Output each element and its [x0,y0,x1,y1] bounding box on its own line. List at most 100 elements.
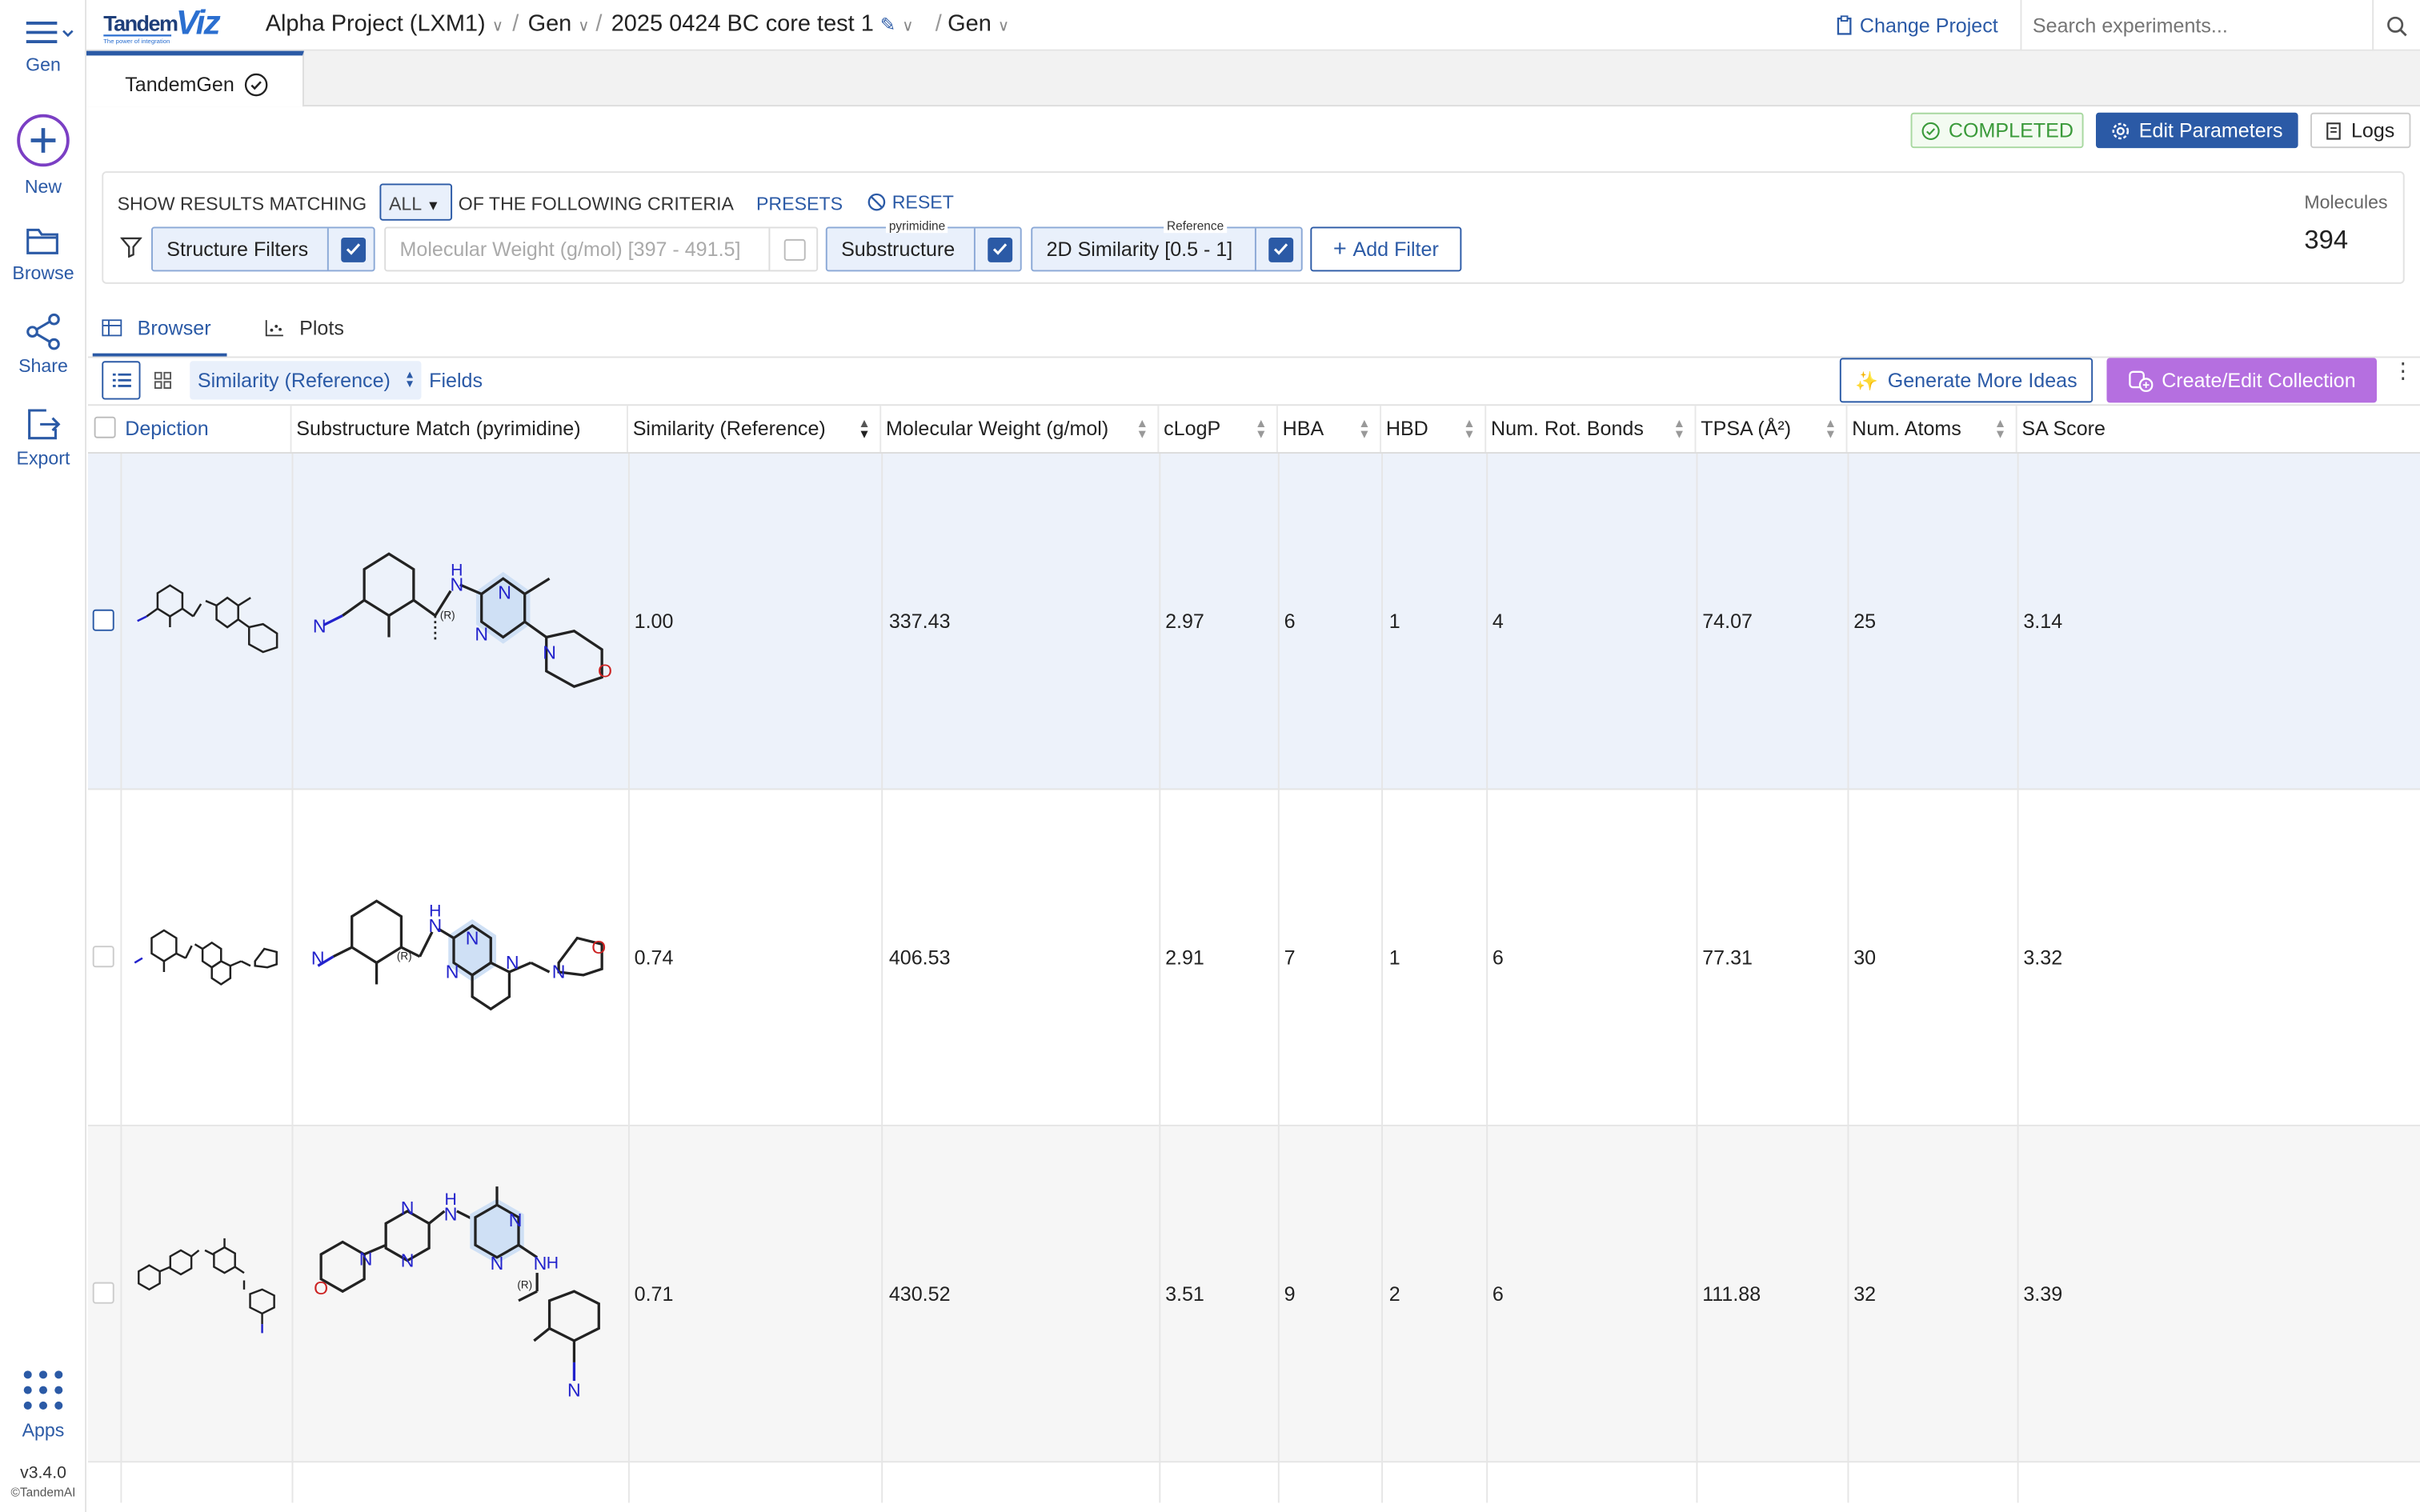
tab-bar: TandemGen [86,50,2420,107]
similarity-chip[interactable]: 2D Similarity [0.5 - 1] [1031,226,1303,272]
molecule-depiction-thumbnail[interactable] [130,1234,284,1346]
main-menu-button[interactable]: Gen [0,15,86,75]
column-header-num-atoms[interactable]: Num. Atoms ▲ ▼ [1847,406,2017,453]
cell-clogp: 2.91 [1165,946,1204,970]
atom-label-group: O N N N H N N N N H N (R) [314,1190,581,1400]
structure-filters-chip[interactable]: Structure Filters [150,226,375,272]
column-header-rot-label: Num. Rot. Bonds [1490,416,1644,440]
rail-browse-button[interactable]: Browse [0,224,86,284]
molecule-depiction-thumbnail[interactable] [126,574,286,660]
plus-icon: + [1332,236,1347,262]
similarity-tag: Reference [1164,218,1228,234]
row-checkbox[interactable] [92,609,114,631]
substructure-checkbox[interactable] [988,237,1013,262]
more-options-icon[interactable]: ⋮ [2392,359,2414,381]
edit-parameters-label: Edit Parameters [2138,118,2283,142]
apps-grid-icon [23,1370,63,1410]
sort-icon[interactable]: ▲ ▼ [1994,418,2006,441]
molecule-depiction-thumbnail[interactable] [126,921,286,998]
reset-button[interactable]: RESET [867,191,954,213]
sort-icon[interactable]: ▲ ▼ [1825,418,1837,441]
search-input[interactable] [2021,0,2374,50]
select-all-checkbox[interactable] [94,416,116,438]
collection-add-icon [2128,370,2153,392]
column-header-clogp[interactable]: cLogP ▲ ▼ [1159,406,1278,453]
column-header-molecular-weight[interactable]: Molecular Weight (g/mol) ▲ ▼ [881,406,1160,453]
sort-icon[interactable]: ▲ ▼ [1463,418,1475,441]
create-edit-collection-button[interactable]: Create/Edit Collection [2106,358,2377,403]
add-filter-label: Add Filter [1352,237,1439,261]
column-header-rot-bonds[interactable]: Num. Rot. Bonds ▲ ▼ [1486,406,1697,453]
cell-sa-score: 3.32 [2023,946,2063,970]
atom-label: N [401,1198,415,1218]
criteria-mode-select[interactable]: ALL ▼ [379,183,453,221]
breadcrumb-module[interactable]: Gen ∨ [528,10,590,37]
fields-button[interactable]: Fields [429,369,483,392]
column-header-sa-score[interactable]: SA Score [2017,406,2249,452]
left-rail: Gen New Browse Share Export Apps v3.4.0 … [0,0,86,1512]
change-project-button[interactable]: Change Project [1837,14,1998,37]
breadcrumb-experiment[interactable]: 2025 0424 BC core test 1 ✎ ∨ [611,10,914,37]
add-filter-button[interactable]: + Add Filter [1310,226,1462,272]
sparkle-icon: ✨ [1855,369,1879,391]
table-row[interactable] [87,1462,2420,1512]
substructure-chip[interactable]: Substructure [825,226,1022,272]
cell-num-atoms: 30 [1853,946,1877,970]
tab-tandemgen[interactable]: TandemGen [86,50,304,107]
tab-plots[interactable]: Plots [265,316,344,339]
cell-tpsa: 111.88 [1702,1282,1761,1306]
sort-icon[interactable]: ▲ ▼ [1255,418,1267,441]
tab-browser[interactable]: Browser [102,316,211,340]
sort-icon[interactable]: ▲ ▼ [1136,418,1148,441]
column-header-hbd[interactable]: HBD ▲ ▼ [1381,406,1487,453]
rail-apps-label: Apps [22,1419,65,1442]
sort-icon[interactable]: ▲ ▼ [1673,418,1685,441]
molecular-weight-chip[interactable]: Molecular Weight (g/mol) [397 - 491.5] [384,226,819,272]
rail-apps-button[interactable]: Apps [0,1369,86,1442]
structure-filters-checkbox[interactable] [341,237,367,262]
generate-more-ideas-button[interactable]: ✨ Generate More Ideas [1839,358,2093,403]
rail-browse-label: Browse [12,262,74,284]
atom-label: N [509,1210,523,1230]
breadcrumb-project[interactable]: Alpha Project (LXM1) ∨ [266,10,503,37]
sort-descending-icon[interactable]: ▲ ▼ [858,418,870,441]
atom-label: O [591,937,606,958]
rail-share-button[interactable]: Share [0,313,86,377]
edit-pencil-icon[interactable]: ✎ [880,14,895,35]
search-button[interactable] [2372,0,2420,51]
atom-label: H [429,902,441,921]
breadcrumb-view[interactable]: Gen ∨ [948,10,1009,37]
column-header-depiction[interactable]: Depiction [120,406,292,453]
row-checkbox[interactable] [92,1282,114,1304]
molecular-weight-checkbox[interactable] [783,238,806,260]
grid-view-button[interactable] [143,361,182,399]
logs-button[interactable]: Logs [2310,112,2411,149]
similarity-checkbox[interactable] [1268,237,1294,262]
column-header-similarity[interactable]: Similarity (Reference) ▲ ▼ [628,406,882,453]
list-view-button[interactable] [102,361,141,400]
rail-new-button[interactable]: New [0,113,86,198]
breadcrumb-separator: / [935,10,942,38]
substructure-tag: pyrimidine [885,218,949,234]
column-header-substructure-match[interactable]: Substructure Match (pyrimidine) [291,406,628,453]
cell-num-atoms: 32 [1853,1282,1877,1306]
column-header-tpsa[interactable]: TPSA (Å²) ▲ ▼ [1696,406,1848,453]
sort-field-select[interactable]: Similarity (Reference) ▲ ▼ [190,361,422,400]
cell-sa-score: 3.14 [2023,609,2063,633]
atom-label: N [567,1379,581,1400]
cell-clogp: 2.97 [1165,609,1204,633]
search-icon [2387,15,2407,36]
atom-label: N [475,623,488,644]
atom-label: N [444,1203,458,1224]
rail-export-button[interactable]: Export [0,406,86,469]
breadcrumb-module-label: Gen [527,10,572,38]
top-bar: Tandem Viz The power of integration Alpha… [86,0,2420,51]
tab-tandemgen-label: TandemGen [125,72,234,96]
row-checkbox[interactable] [92,946,114,968]
presets-link[interactable]: PRESETS [756,193,843,214]
column-header-hba[interactable]: HBA ▲ ▼ [1278,406,1382,453]
edit-parameters-button[interactable]: Edit Parameters [2095,112,2298,149]
tab-browser-label: Browser [137,316,211,340]
stereo-label: (R) [397,950,412,962]
sort-icon[interactable]: ▲ ▼ [1358,418,1370,441]
